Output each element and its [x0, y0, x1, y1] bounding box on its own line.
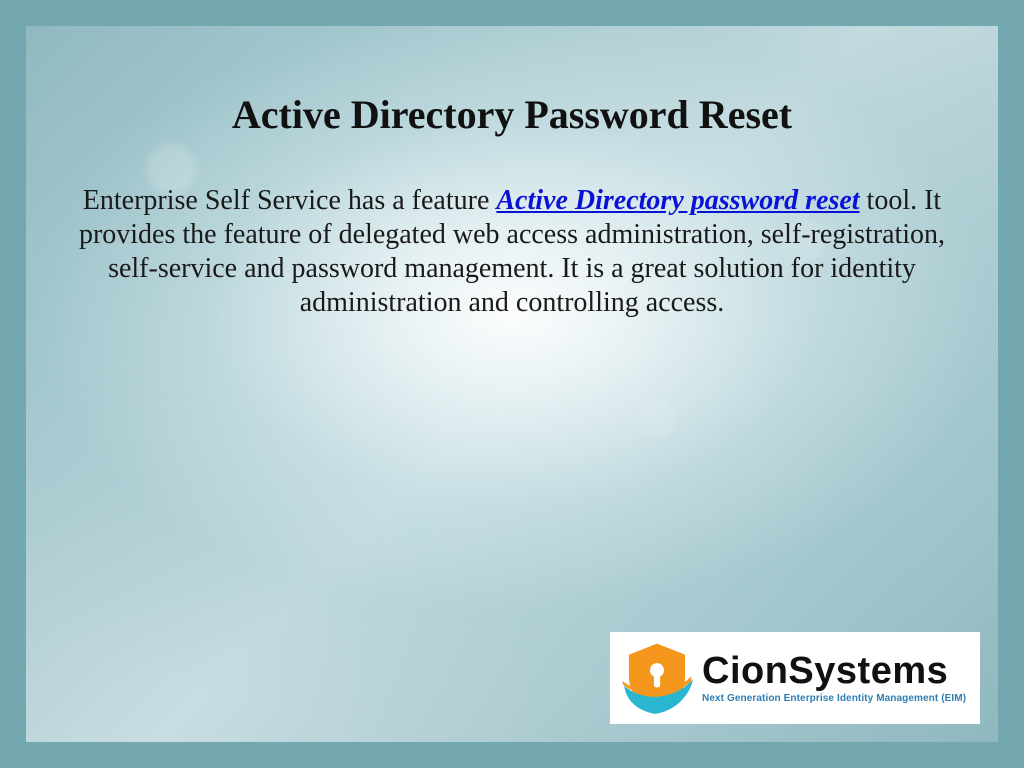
slide: Active Directory Password Reset Enterpri… — [0, 0, 1024, 768]
brand-name: CionSystems — [702, 652, 966, 690]
slide-body: Enterprise Self Service has a feature Ac… — [66, 184, 958, 321]
brand-text: CionSystems Next Generation Enterprise I… — [702, 652, 966, 704]
shield-lock-icon — [618, 639, 696, 717]
slide-title: Active Directory Password Reset — [26, 91, 998, 138]
brand-logo: CionSystems Next Generation Enterprise I… — [610, 632, 980, 724]
brand-tagline: Next Generation Enterprise Identity Mana… — [702, 694, 966, 704]
body-text-pre: Enterprise Self Service has a feature — [83, 185, 497, 216]
feature-link[interactable]: Active Directory password reset — [496, 185, 859, 216]
